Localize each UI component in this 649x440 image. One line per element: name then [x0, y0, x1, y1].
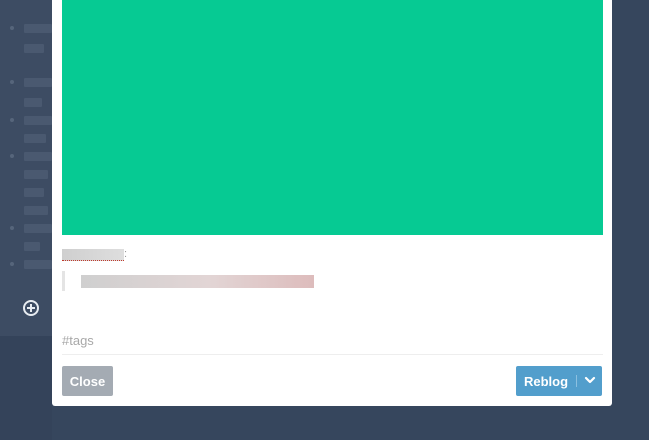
redacted-quote-text [81, 275, 314, 288]
reblog-button-label: Reblog [524, 373, 569, 389]
list-item-text [24, 134, 46, 143]
redacted-blog-name [62, 249, 124, 261]
list-item-text [24, 116, 52, 125]
reblog-modal: : #tags Close Reblog [52, 0, 612, 406]
list-bullet [10, 226, 14, 230]
background-page-sidebar [0, 0, 52, 336]
list-bullet [10, 118, 14, 122]
reblog-button[interactable]: Reblog [516, 366, 602, 396]
list-item-text [24, 24, 52, 33]
list-bullet [10, 262, 14, 266]
list-item-text [24, 170, 48, 179]
reblog-button-separator [576, 375, 577, 387]
list-bullet [10, 80, 14, 84]
footer-divider [62, 354, 603, 355]
list-item-text [24, 188, 44, 197]
list-bullet [10, 26, 14, 30]
list-bullet [10, 154, 14, 158]
list-item-text [24, 152, 52, 161]
plus-circle-icon[interactable] [23, 300, 39, 316]
list-item-text [24, 260, 52, 269]
list-item-text [24, 224, 52, 233]
tags-input[interactable]: #tags [62, 333, 94, 348]
list-item-text [24, 98, 42, 107]
blockquote-bar [62, 271, 65, 291]
caption-separator: : [124, 248, 128, 260]
background-page-footer [0, 336, 52, 440]
post-photo [62, 0, 603, 235]
chevron-down-icon[interactable] [584, 374, 596, 386]
list-item-text [24, 78, 52, 87]
list-item-text [24, 44, 44, 53]
close-button[interactable]: Close [62, 366, 113, 396]
list-item-text [24, 242, 40, 251]
background-page-right [612, 0, 649, 440]
list-item-text [24, 206, 48, 215]
